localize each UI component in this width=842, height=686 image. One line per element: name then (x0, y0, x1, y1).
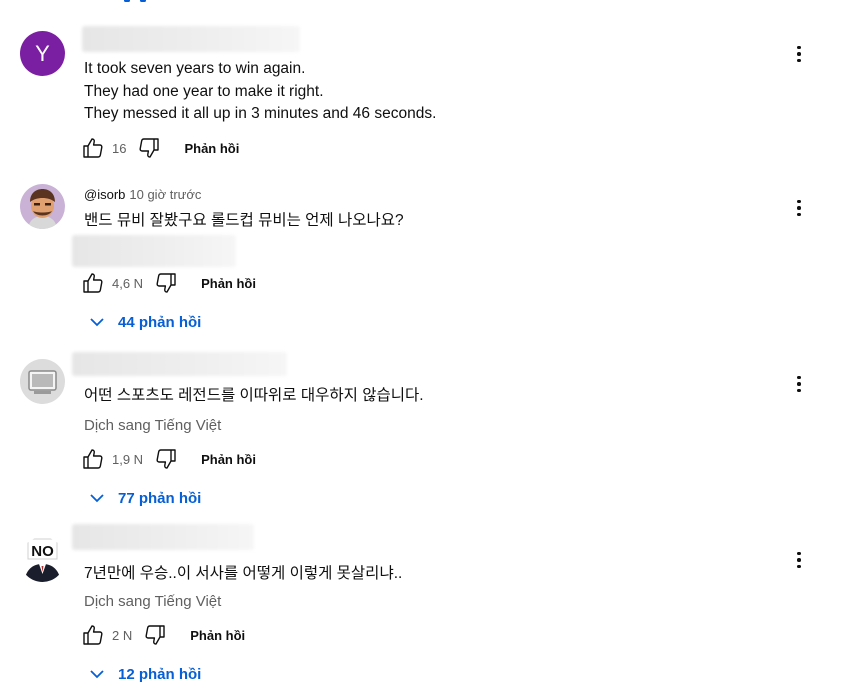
comment-actions: 2 N Phản hồi (80, 623, 245, 647)
comment-actions: 16 Phản hồi (80, 136, 239, 160)
author-handle[interactable]: @isorb (84, 187, 125, 202)
avatar[interactable]: NO (20, 537, 65, 582)
replies-count-label: 12 phản hồi (118, 665, 202, 683)
view-replies-button[interactable]: 44 phản hồi (88, 310, 201, 334)
like-button[interactable] (80, 447, 106, 471)
translate-link[interactable]: Dịch sang Tiếng Việt (84, 417, 221, 434)
comment-text: 7년만에 우승..이 서사를 어떻게 이렇게 못살리냐.. (84, 563, 402, 586)
redacted-author-name (72, 524, 254, 550)
like-button[interactable] (80, 271, 106, 295)
chevron-down-icon (90, 494, 104, 503)
like-icon (83, 273, 103, 293)
avatar[interactable] (20, 184, 65, 229)
dislike-button[interactable] (153, 271, 179, 295)
like-icon (83, 625, 103, 645)
like-icon (83, 138, 103, 158)
like-button[interactable] (80, 136, 106, 160)
more-actions-button[interactable] (790, 373, 808, 395)
dislike-icon (145, 625, 165, 645)
comment-thread: @isorb 10 giờ trước 밴드 뮤비 잘봤구요 롤드컵 뮤비는 언제… (0, 170, 842, 345)
dislike-icon (156, 273, 176, 293)
avatar[interactable] (20, 359, 65, 404)
reply-button[interactable]: Phản hồi (201, 452, 256, 467)
comment-line: 7년만에 우승..이 서사를 어떻게 이렇게 못살리냐.. (84, 565, 403, 582)
reply-button[interactable]: Phản hồi (184, 141, 239, 156)
like-button[interactable] (80, 623, 106, 647)
comment-author[interactable]: @isorb 10 giờ trước (84, 187, 201, 202)
redacted-author-name (72, 352, 287, 376)
comment-time[interactable]: 10 giờ trước (129, 187, 201, 202)
comment-line: They messed it all up in 3 minutes and 4… (84, 105, 437, 122)
chevron-down-icon (90, 318, 104, 327)
comment-thread: NO 7년만에 우승..이 서사를 어떻게 이렇게 못살리냐.. Dịch sa… (0, 521, 842, 685)
dislike-button[interactable] (142, 623, 168, 647)
view-replies-button[interactable]: 12 phản hồi (88, 662, 201, 686)
translate-link[interactable]: Dịch sang Tiếng Việt (84, 593, 221, 610)
more-vert-icon (797, 45, 801, 50)
comment-thread: 어떤 스포츠도 레전드를 이따위로 대우하지 않습니다. Dịch sang T… (0, 345, 842, 521)
like-icon (83, 449, 103, 469)
comment-line: They had one year to make it right. (84, 82, 324, 100)
like-count: 4,6 N (112, 275, 144, 291)
more-actions-button[interactable] (790, 197, 808, 219)
reply-button[interactable]: Phản hồi (201, 276, 256, 291)
comment-line: 어떤 스포츠도 레전드를 이따위로 대우하지 않습니다. (84, 387, 424, 404)
more-vert-icon (797, 375, 801, 380)
reply-button[interactable]: Phản hồi (190, 628, 245, 643)
replies-count-label: 77 phản hồi (118, 489, 202, 507)
comment-actions: 4,6 N Phản hồi (80, 271, 256, 295)
replies-count-label: 44 phản hồi (118, 313, 202, 331)
view-replies-button[interactable]: 77 phản hồi (88, 486, 201, 510)
more-vert-icon (797, 199, 801, 204)
redacted-author-name (82, 26, 300, 52)
dislike-button[interactable] (153, 447, 179, 471)
dislike-icon (156, 449, 176, 469)
dislike-button[interactable] (136, 136, 162, 160)
avatar-sign-text: NO (31, 543, 54, 560)
comment-text: 어떤 스포츠도 레전드를 이따위로 대우하지 않습니다. (84, 385, 424, 408)
like-count: 16 (112, 140, 127, 156)
like-count: 2 N (112, 627, 133, 643)
comment-line: 밴드 뮤비 잘봤구요 롤드컵 뮤비는 언제 나오나요? (84, 212, 404, 229)
more-actions-button[interactable] (790, 43, 808, 65)
more-actions-button[interactable] (790, 549, 808, 571)
comment-line: It took seven years to win again. (84, 60, 306, 77)
more-vert-icon (797, 551, 801, 556)
like-count: 1,9 N (112, 451, 144, 467)
chevron-down-icon (90, 670, 104, 679)
comment-text: 밴드 뮤비 잘봤구요 롤드컵 뮤비는 언제 나오나요? (84, 210, 404, 233)
comment-thread: Y It took seven years to win again. They… (0, 0, 842, 170)
comment-text: It took seven years to win again. They h… (84, 58, 436, 126)
avatar[interactable]: Y (20, 31, 65, 76)
dislike-icon (139, 138, 160, 158)
redacted-content (72, 235, 236, 267)
comment-actions: 1,9 N Phản hồi (80, 447, 256, 471)
